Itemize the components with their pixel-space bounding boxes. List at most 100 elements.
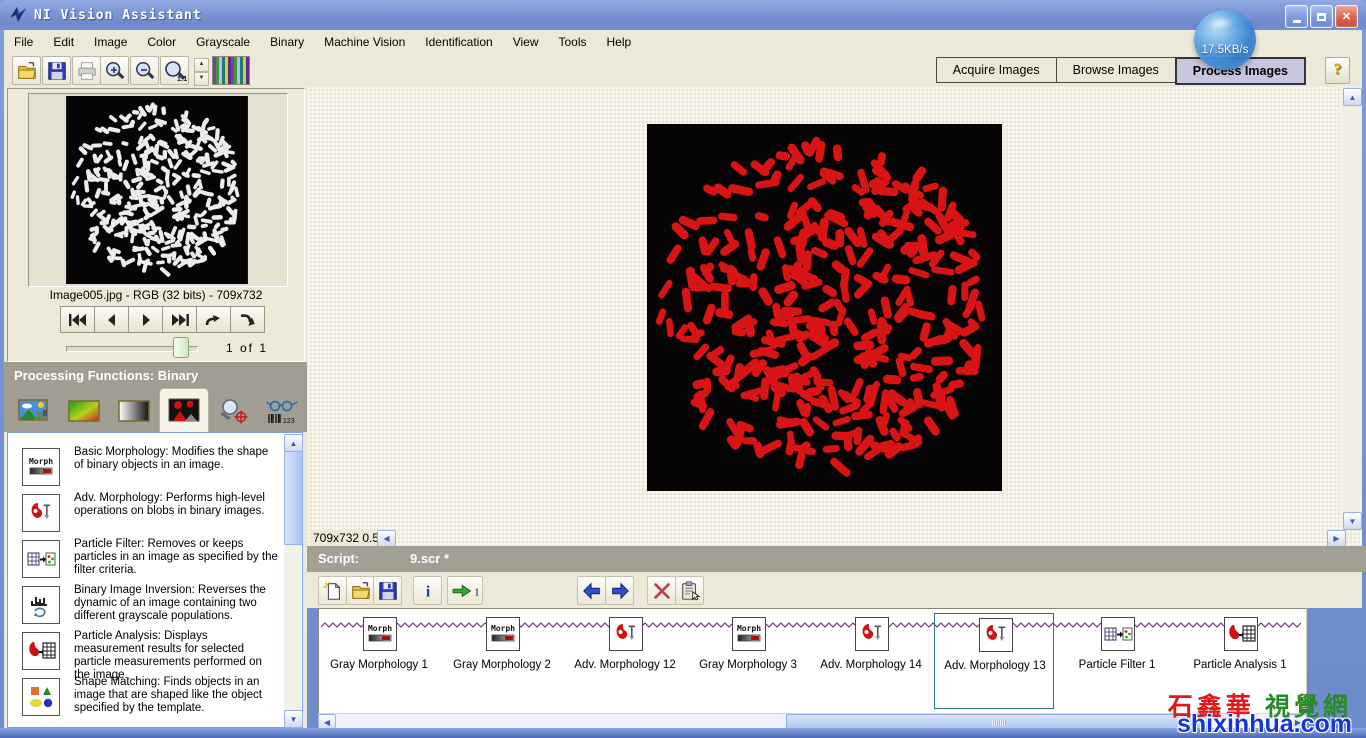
script-step-gray-morphology-2[interactable]: Gray Morphology 2 xyxy=(442,613,562,709)
print-button[interactable] xyxy=(72,56,101,85)
function-adv-morphology[interactable]: Adv. Morphology: Performs high-level ope… xyxy=(16,492,278,536)
zoom-1to1-button[interactable]: 1:1 xyxy=(160,56,189,85)
menu-binary[interactable]: Binary xyxy=(260,31,314,53)
adv-morphology-icon xyxy=(611,619,641,649)
zoom-out-button[interactable] xyxy=(130,56,159,85)
script-step-adv-morphology-14[interactable]: Adv. Morphology 14 xyxy=(811,613,931,709)
thumbnail-image[interactable] xyxy=(65,96,249,284)
close-button[interactable]: ✕ xyxy=(1335,5,1358,28)
canvas-scroll-up-icon[interactable]: ▲ xyxy=(1343,88,1362,106)
spin-down-icon[interactable]: ▼ xyxy=(194,72,209,86)
open-image-button[interactable] xyxy=(12,56,41,85)
main-toolbar: 1:1 ▲ ▼ Acquire Images Browse Images Pro… xyxy=(4,53,1362,87)
tab-machine-vision[interactable] xyxy=(217,398,251,426)
morph-icon xyxy=(734,619,764,649)
function-particle-filter[interactable]: Particle Filter: Removes or keeps partic… xyxy=(16,538,278,582)
network-speed-bubble[interactable]: 17.5KB/s xyxy=(1194,10,1256,70)
info-icon xyxy=(417,580,439,602)
canvas-vertical-scrollbar[interactable]: ▲ ▼ xyxy=(1342,86,1362,530)
functions-list-scrollbar[interactable]: ▲ ▼ xyxy=(284,434,301,726)
save-icon xyxy=(46,60,68,82)
shape-matching-icon xyxy=(22,678,60,716)
title-bar[interactable]: NI Vision Assistant ✕ xyxy=(0,0,1366,30)
slider-handle[interactable] xyxy=(173,337,189,358)
adv-morphology-icon xyxy=(857,619,887,649)
image-canvas[interactable] xyxy=(307,86,1342,530)
tab-binary[interactable] xyxy=(159,388,209,433)
script-bar: Script: 9.scr * xyxy=(307,546,1366,572)
script-step-gray-morphology-1[interactable]: Gray Morphology 1 xyxy=(319,613,439,709)
scroll-thumb[interactable] xyxy=(284,451,303,545)
script-step-adv-morphology-12[interactable]: Adv. Morphology 12 xyxy=(565,613,685,709)
morph-icon xyxy=(488,619,518,649)
save-script-button[interactable] xyxy=(373,576,402,605)
previous-image-button[interactable] xyxy=(94,306,129,333)
canvas-scroll-down-icon[interactable]: ▼ xyxy=(1343,512,1362,530)
canvas-horizontal-scrollbar[interactable]: 709x732 0.5X ◀ ▶ xyxy=(307,530,1362,546)
maximize-icon xyxy=(1317,13,1326,21)
script-step-gray-morphology-3[interactable]: Gray Morphology 3 xyxy=(688,613,808,709)
function-shape-matching[interactable]: Shape Matching: Finds objects in an imag… xyxy=(16,676,278,720)
step-forward-button[interactable] xyxy=(605,576,634,605)
new-script-button[interactable] xyxy=(318,576,347,605)
zoom-stepper[interactable]: ▲ ▼ xyxy=(194,58,209,86)
menu-color[interactable]: Color xyxy=(137,31,186,53)
menu-file[interactable]: File xyxy=(4,31,43,53)
browse-images-button[interactable]: Browse Images xyxy=(1056,57,1176,83)
morph-icon xyxy=(365,619,395,649)
script-canvas[interactable]: Gray Morphology 1 Gray Morphology 2 Adv.… xyxy=(318,608,1307,714)
menu-view[interactable]: View xyxy=(503,31,549,53)
script-horizontal-scrollbar[interactable]: ◀ ▶ xyxy=(318,714,1306,729)
canvas-scroll-left-icon[interactable]: ◀ xyxy=(377,530,396,547)
edit-step-button[interactable] xyxy=(675,576,704,605)
maximize-button[interactable] xyxy=(1310,5,1333,28)
menu-grayscale[interactable]: Grayscale xyxy=(186,31,260,53)
step-info-button[interactable] xyxy=(413,576,442,605)
color-tab-icon xyxy=(67,398,101,426)
first-image-button[interactable] xyxy=(60,306,95,333)
run-once-button[interactable] xyxy=(447,576,483,605)
help-button[interactable]: ? xyxy=(1325,57,1350,84)
machine-vision-tab-icon xyxy=(217,398,251,426)
scroll-up-icon[interactable]: ▲ xyxy=(284,434,303,452)
function-particle-analysis[interactable]: Particle Analysis: Displays measurement … xyxy=(16,630,278,674)
tab-grayscale[interactable] xyxy=(117,398,151,426)
script-step-adv-morphology-13[interactable]: Adv. Morphology 13 xyxy=(934,613,1054,709)
watermark-url: shixinhua.com xyxy=(1168,712,1352,736)
scroll-down-icon[interactable]: ▼ xyxy=(284,710,303,728)
palette-icon[interactable] xyxy=(212,56,250,85)
menu-machine-vision[interactable]: Machine Vision xyxy=(314,31,415,53)
adv-morphology-icon xyxy=(22,494,60,532)
tab-image[interactable] xyxy=(17,398,51,426)
step-back-button[interactable] xyxy=(577,576,606,605)
minimize-button[interactable] xyxy=(1285,5,1308,28)
rotate-left-button[interactable] xyxy=(196,306,231,333)
menu-tools[interactable]: Tools xyxy=(548,31,596,53)
app-logo-icon xyxy=(8,5,28,25)
processed-image[interactable] xyxy=(647,124,1002,491)
menu-edit[interactable]: Edit xyxy=(43,31,84,53)
first-icon xyxy=(66,312,90,328)
function-basic-morphology[interactable]: Basic Morphology: Modifies the shape of … xyxy=(16,446,278,490)
functions-panel-title: Processing Functions: Binary xyxy=(14,368,198,383)
previous-icon xyxy=(100,312,124,328)
zoom-in-button[interactable] xyxy=(100,56,129,85)
next-icon xyxy=(134,312,158,328)
spin-up-icon[interactable]: ▲ xyxy=(194,58,209,72)
open-script-button[interactable] xyxy=(346,576,375,605)
tab-identification[interactable] xyxy=(265,398,299,426)
menu-identification[interactable]: Identification xyxy=(415,31,502,53)
script-step-particle-filter-1[interactable]: Particle Filter 1 xyxy=(1057,613,1177,709)
tab-color[interactable] xyxy=(67,398,101,426)
next-image-button[interactable] xyxy=(128,306,163,333)
menu-image[interactable]: Image xyxy=(84,31,137,53)
rotate-right-button[interactable] xyxy=(230,306,265,333)
window-bottom-border xyxy=(0,728,1366,738)
delete-step-button[interactable] xyxy=(647,576,676,605)
function-binary-inversion[interactable]: Binary Image Inversion: Reverses the dyn… xyxy=(16,584,278,628)
canvas-scroll-right-icon[interactable]: ▶ xyxy=(1327,530,1346,547)
menu-help[interactable]: Help xyxy=(597,31,642,53)
last-image-button[interactable] xyxy=(162,306,197,333)
save-image-button[interactable] xyxy=(42,56,71,85)
acquire-images-button[interactable]: Acquire Images xyxy=(936,57,1057,83)
